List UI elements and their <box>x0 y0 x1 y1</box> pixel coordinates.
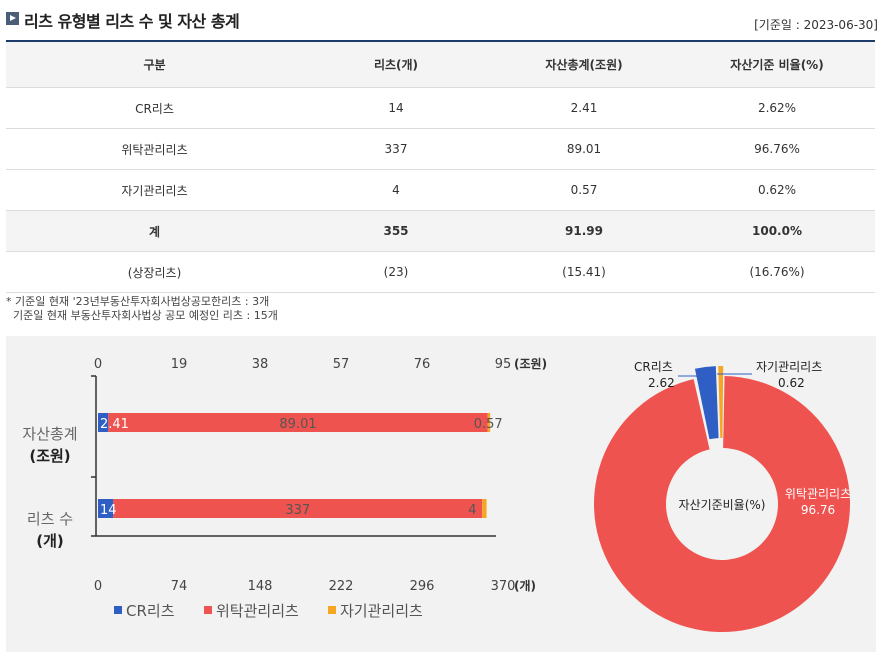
legend-swatch <box>204 606 212 614</box>
table-cell: 355 <box>303 210 489 252</box>
play-icon <box>6 12 19 25</box>
table-cell: 14 <box>303 87 489 129</box>
table-cell: (23) <box>303 251 489 293</box>
legend-label: 자기관리리츠 <box>340 602 423 620</box>
column-header: 자산총계(조원) <box>489 41 679 88</box>
legend-swatch <box>328 606 336 614</box>
slice-value: 96.76 <box>801 503 835 517</box>
chart-panel: 0 19 38 57 76 95 (조원) 0 74 148 222 296 370 (개) 2.41 89.… <box>6 336 876 652</box>
reits-stats-table: 구분 리츠(개) 자산총계(조원) 자산기준 비율(%) CR리츠 14 2.4… <box>6 40 875 293</box>
top-axis-tick-label: 76 <box>414 357 431 372</box>
donut-center-label: 자산기준비율(%) <box>678 498 765 512</box>
slice-label: CR리츠 <box>634 360 673 374</box>
slice-value: 2.62 <box>648 376 675 390</box>
slice-label: 위탁관리리츠 <box>785 487 851 501</box>
donut-chart: CR리츠 2.62 자기관리리츠 0.62 위탁관리리츠 96.76 자산기준비율(%) <box>594 360 851 632</box>
table-cell: (16.76%) <box>679 251 875 293</box>
base-date: [기준일 : 2023-06-30] <box>754 18 878 32</box>
data-label: 2.41 <box>100 417 129 432</box>
legend-swatch <box>114 606 122 614</box>
table-cell: 자기관리리츠 <box>6 169 303 211</box>
table-row: 자기관리리츠 4 0.57 0.62% <box>6 169 875 211</box>
table-cell: 337 <box>303 128 489 170</box>
title-row: 리츠 유형별 리츠 수 및 자산 총계 [기준일 : 2023-06-30] <box>6 8 878 38</box>
pie-slice-self <box>718 366 724 439</box>
slice-label: 자기관리리츠 <box>756 360 822 374</box>
footnote: 기준일 현재 부동산투자회사법상 공모 예정인 리츠 : 15개 <box>6 309 278 322</box>
data-label: 0.57 <box>474 417 503 432</box>
legend-label: 위탁관리리츠 <box>216 602 299 620</box>
top-axis-tick-label: 57 <box>333 357 350 372</box>
table-cell: 4 <box>303 169 489 211</box>
table-header-row: 구분 리츠(개) 자산총계(조원) 자산기준 비율(%) <box>6 41 875 88</box>
bottom-axis-tick-label: 296 <box>410 579 435 594</box>
category-label: 리츠 수 <box>27 510 73 528</box>
table-row: CR리츠 14 2.41 2.62% <box>6 87 875 129</box>
legend-label: CR리츠 <box>126 602 175 620</box>
bottom-axis-tick-label: 222 <box>329 579 354 594</box>
table-cell: 89.01 <box>489 128 679 170</box>
category-label: (개) <box>36 532 64 550</box>
footnotes: * 기준일 현재 '23년부동산투자회사법상공모한리츠 : 3개 기준일 현재 … <box>6 295 278 323</box>
bottom-axis-tick-label: 74 <box>171 579 188 594</box>
data-label: 337 <box>285 503 310 518</box>
column-header: 리츠(개) <box>303 41 489 88</box>
bottom-axis-tick-label: 370 <box>491 579 516 594</box>
data-label: 89.01 <box>279 417 316 432</box>
bar-segment <box>482 499 487 518</box>
column-header: 자산기준 비율(%) <box>679 41 875 88</box>
footnote: * 기준일 현재 '23년부동산투자회사법상공모한리츠 : 3개 <box>6 295 270 308</box>
top-axis-tick-label: 19 <box>171 357 188 372</box>
table-cell: 위탁관리리츠 <box>6 128 303 170</box>
table-cell: 0.62% <box>679 169 875 211</box>
table-cell: (상장리츠) <box>6 251 303 293</box>
table-cell: 100.0% <box>679 210 875 252</box>
top-axis-tick-label: 38 <box>252 357 269 372</box>
page-title: 리츠 유형별 리츠 수 및 자산 총계 <box>24 12 240 31</box>
table-cell: 2.41 <box>489 87 679 129</box>
bottom-axis-tick-label: 0 <box>94 579 102 594</box>
slice-value: 0.62 <box>778 376 805 390</box>
data-label: 4 <box>468 503 476 518</box>
table-cell: CR리츠 <box>6 87 303 129</box>
category-label: 자산총계 <box>22 425 77 443</box>
top-axis-tick-label: 0 <box>94 357 102 372</box>
column-header: 구분 <box>6 41 303 88</box>
top-axis-tick-label: 95 <box>495 357 512 372</box>
stacked-bar-chart: 0 19 38 57 76 95 (조원)0 74 148 222 296 370(개)2.41 89.… <box>22 357 547 620</box>
table-total-row: 계 355 91.99 100.0% <box>6 210 875 252</box>
table-cell: 96.76% <box>679 128 875 170</box>
table-cell: 0.57 <box>489 169 679 211</box>
table-cell: 91.99 <box>489 210 679 252</box>
category-label: (조원) <box>29 447 70 465</box>
top-axis-unit: (조원) <box>514 357 547 371</box>
table-row: 위탁관리리츠 337 89.01 96.76% <box>6 128 875 170</box>
bottom-axis-tick-label: 148 <box>248 579 273 594</box>
table-cell: (15.41) <box>489 251 679 293</box>
table-listed-row: (상장리츠) (23) (15.41) (16.76%) <box>6 251 875 293</box>
bottom-axis-unit: (개) <box>514 579 536 593</box>
table-cell: 2.62% <box>679 87 875 129</box>
table-cell: 계 <box>6 210 303 252</box>
data-label: 14 <box>100 503 117 518</box>
